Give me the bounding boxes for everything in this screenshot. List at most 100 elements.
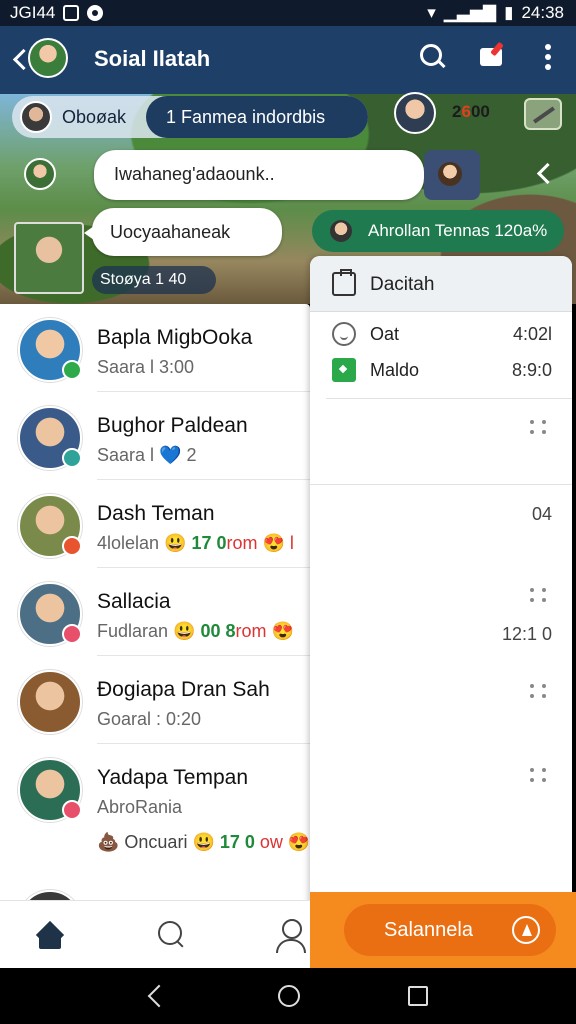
list-item[interactable]: Bughor Paldean Saara l 💙 2 <box>0 392 310 480</box>
list-item-partial[interactable] <box>0 876 310 900</box>
heart-badge-icon <box>62 800 82 820</box>
gallery-icon <box>63 5 80 21</box>
panel-row-value: 8:9:0 <box>511 360 552 380</box>
contact-name: Đogiapa Dran Sah <box>97 678 270 701</box>
fire-score: 6 <box>461 102 471 121</box>
compass-icon <box>512 916 540 944</box>
message-count: 17 0 <box>191 533 227 553</box>
home-icon[interactable] <box>36 923 64 949</box>
status-bar: JGI44 ▾ ▁▃▅▇ ▮ 24:38 <box>0 0 576 26</box>
last-message: 4lolelan 😃 17 0rom 😍 l <box>97 533 294 554</box>
contact-name: Bapla MigbOoka <box>97 326 253 349</box>
status-pill[interactable]: Ahrollan Tennas 120a% <box>312 210 564 252</box>
sword-icon[interactable] <box>524 98 562 130</box>
panel-title: Dacitah <box>370 274 435 295</box>
avatar <box>18 890 82 900</box>
wifi-icon: ▾ <box>427 3 436 22</box>
message-suffix: ow 😍 l <box>259 832 310 852</box>
drag-handle-icon[interactable] <box>530 684 552 698</box>
group-bar[interactable]: Oboøak 1 Fanmea indordbis <box>12 96 368 138</box>
status-badge-icon <box>62 448 82 468</box>
bottom-navigation <box>0 900 310 972</box>
profile-avatar[interactable] <box>28 38 68 78</box>
status-time-right: 24:38 <box>521 3 564 22</box>
app-bar: Soial Ilatah <box>0 26 576 94</box>
drag-handle-icon[interactable] <box>530 768 552 782</box>
last-message: Saara l 3:00 <box>97 357 195 377</box>
status-pill-avatar <box>330 220 352 242</box>
list-item[interactable]: Bapla MigbOoka Saara l 3:00 <box>0 304 310 392</box>
online-badge-icon <box>62 360 82 380</box>
compose-icon[interactable] <box>478 42 508 72</box>
battery-icon: ▮ <box>504 3 514 22</box>
panel-row[interactable]: Maldo 8:9:0 <box>310 354 572 388</box>
message-prefix: 4lolelan 😃 <box>97 533 192 553</box>
last-message: Saara l 💙 2 <box>97 445 197 465</box>
details-panel: Dacitah Oat 4:02l Maldo 8:9:0 04 12:1 0 <box>310 256 572 972</box>
message-suffix: rom 😍 l <box>226 533 294 553</box>
contact-name: Bughor Paldean <box>97 414 248 437</box>
panel-row-label: Maldo <box>370 360 420 380</box>
action-area: Salannela <box>310 892 576 968</box>
list-item[interactable]: Yadapa Tempan AbroRania 💩 Oncuari 😃 17 0… <box>0 744 310 884</box>
contact-name: Yadapa Tempan <box>97 766 249 789</box>
search-icon[interactable] <box>418 42 448 72</box>
more-options-icon[interactable] <box>538 42 558 72</box>
message-suffix: rom 😍 <box>235 621 294 641</box>
list-item[interactable]: Sallacia Fudlaran 😃 00 8rom 😍 <box>0 568 310 656</box>
status-pill-label: Ahrollan Tennas 120a% <box>368 221 548 240</box>
panel-header: Dacitah <box>310 256 572 312</box>
smiley-icon <box>332 322 356 346</box>
divider <box>326 398 572 399</box>
fire-badge-icon <box>62 536 82 556</box>
primary-action-label: Salannela <box>384 919 473 941</box>
contact-name: Dash Teman <box>97 502 215 525</box>
sender-large-avatar <box>14 222 84 294</box>
chat-list: Bapla MigbOoka Saara l 3:00 Bughor Palde… <box>0 304 310 900</box>
panel-value: 04 <box>531 504 552 524</box>
avatar <box>18 670 82 734</box>
system-home-icon[interactable] <box>278 985 300 1007</box>
drag-handle-icon[interactable] <box>530 420 552 434</box>
list-item[interactable]: Dash Teman 4lolelan 😃 17 0rom 😍 l <box>0 480 310 568</box>
panel-row-value: 4:02l <box>512 324 552 344</box>
panel-value: 12:1 0 <box>501 624 552 644</box>
last-message: Goaral : 0:20 <box>97 709 202 729</box>
player-avatar[interactable] <box>394 92 436 134</box>
timestamp-pill: Stoøya 1 40 <box>92 266 216 294</box>
green-box-icon <box>332 358 356 382</box>
status-time-left: JGI44 <box>10 3 56 22</box>
group-avatar <box>20 101 52 133</box>
heart-badge-icon <box>62 624 82 644</box>
drag-handle-icon[interactable] <box>530 588 552 602</box>
share-icon[interactable] <box>530 156 560 192</box>
calendar-icon <box>332 269 356 296</box>
message-prefix: Fudlaran 😃 <box>97 621 201 641</box>
back-arrow-icon[interactable] <box>10 46 30 74</box>
last-message: AbroRania <box>97 797 183 817</box>
system-recents-icon[interactable] <box>408 986 428 1006</box>
system-navigation-bar <box>0 968 576 1024</box>
group-description-pill[interactable]: 1 Fanmea indordbis <box>146 96 368 138</box>
message-prefix: 💩 Oncuari 😃 <box>97 832 220 852</box>
panel-row[interactable]: Oat 4:02l <box>310 318 572 352</box>
signal-icon: ▁▃▅▇ <box>443 3 497 22</box>
search-icon[interactable] <box>156 919 186 949</box>
system-back-icon[interactable] <box>148 984 168 1006</box>
last-message-extra: 💩 Oncuari 😃 17 0 ow 😍 l <box>97 832 310 853</box>
list-item[interactable]: Đogiapa Dran Sah Goaral : 0:20 <box>0 656 310 744</box>
score-counter: 2600 <box>452 102 490 122</box>
chat-bubble[interactable]: Iwahaneg'adaounk.. <box>94 150 424 200</box>
group-name: Oboøak <box>62 107 127 127</box>
profile-icon[interactable] <box>276 919 306 953</box>
last-message: Fudlaran 😃 00 8rom 😍 <box>97 621 294 642</box>
message-count: 00 8 <box>200 621 236 641</box>
panel-row-label: Oat <box>370 324 400 344</box>
chat-bubble[interactable]: Uocyaahaneak <box>84 208 282 256</box>
divider <box>310 484 572 485</box>
score-tail: 00 <box>470 102 490 121</box>
sender-avatar <box>24 158 56 190</box>
primary-action-button[interactable]: Salannela <box>344 904 556 956</box>
message-count: 17 0 <box>219 832 255 852</box>
game-character-tile[interactable] <box>424 150 480 200</box>
